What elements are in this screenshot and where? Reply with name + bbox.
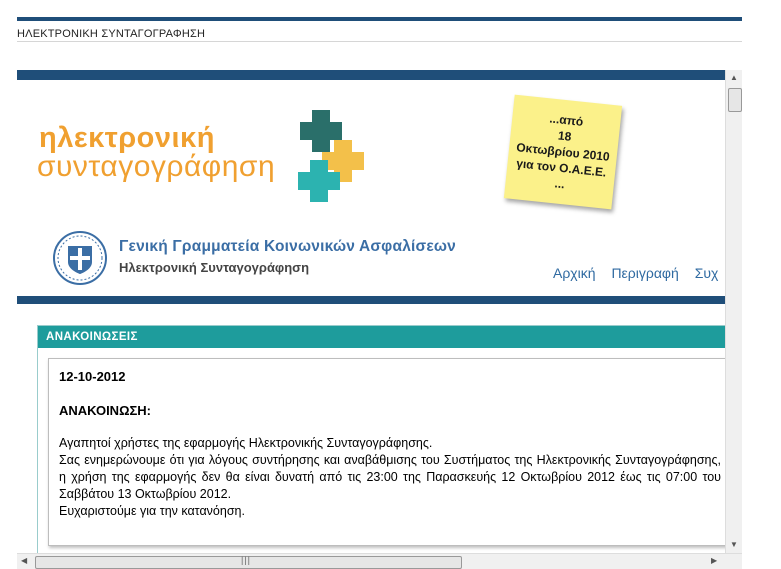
- arrow-up-icon[interactable]: ▲: [730, 73, 738, 82]
- announcement-paragraph: Σας ενημερώνουμε ότι για λόγους συντήρησ…: [59, 453, 721, 501]
- horizontal-scrollbar[interactable]: ◀ ||| ▶: [17, 553, 742, 569]
- main-nav: Αρχική Περιγραφή Συχ: [553, 265, 730, 281]
- announcement-title: ΑΝΑΚΟΙΝΩΣΗ:: [59, 403, 152, 418]
- announcement-card: 12-10-2012 ΑΝΑΚΟΙΝΩΣΗ: Αγαπητοί χρήστες …: [48, 358, 735, 546]
- sticky-note: ...από 18 Οκτωβρίου 2010 για τον Ο.Α.Ε.Ε…: [503, 94, 623, 210]
- arrow-right-icon[interactable]: ▶: [711, 556, 717, 565]
- heading-divider: [17, 41, 742, 42]
- announcement-text: Αγαπητοί χρήστες της εφαρμογής Ηλεκτρονι…: [59, 435, 721, 520]
- puzzle-pieces-icon: [298, 110, 364, 202]
- vertical-scrollbar[interactable]: ▲ ▼: [725, 70, 742, 553]
- top-rule: [17, 17, 742, 21]
- announcement-date: 12-10-2012: [59, 369, 126, 384]
- nav-item-truncated[interactable]: Συχ: [695, 265, 719, 281]
- announcement-paragraph: Αγαπητοί χρήστες της εφαρμογής Ηλεκτρονι…: [59, 436, 433, 450]
- content-frame: ηλεκτρονική συνταγογράφηση ...από 18 Οκτ…: [17, 70, 742, 553]
- page-heading: ΗΛΕΚΤΡΟΝΙΚΗ ΣΥΝΤΑΓΟΓΡΑΦΗΣΗ: [17, 28, 206, 40]
- org-name: Γενική Γραμματεία Κοινωνικών Ασφαλίσεων: [119, 238, 457, 255]
- nav-item-description[interactable]: Περιγραφή: [611, 265, 678, 281]
- horizontal-scroll-thumb[interactable]: |||: [35, 555, 462, 569]
- header-bar: [17, 70, 725, 80]
- announcements-header: ΑΝΑΚΟΙΝΩΣΕΙΣ: [38, 326, 738, 348]
- nav-item-home[interactable]: Αρχική: [553, 265, 596, 281]
- greek-emblem-icon: [53, 231, 107, 285]
- nav-divider-bar: [17, 296, 725, 304]
- arrow-left-icon[interactable]: ◀: [21, 556, 27, 565]
- announcement-paragraph: Ευχαριστούμε για την κατανόηση.: [59, 504, 245, 518]
- announcements-panel: ΑΝΑΚΟΙΝΩΣΕΙΣ 12-10-2012 ΑΝΑΚΟΙΝΩΣΗ: Αγαπ…: [37, 325, 739, 553]
- arrow-down-icon[interactable]: ▼: [730, 540, 738, 549]
- org-subtitle: Ηλεκτρονική Συνταγογράφηση: [119, 260, 310, 275]
- logo-text-line2: συνταγογράφηση: [37, 150, 276, 183]
- vertical-scroll-thumb[interactable]: [728, 88, 742, 112]
- scroll-grip-icon: |||: [241, 555, 252, 565]
